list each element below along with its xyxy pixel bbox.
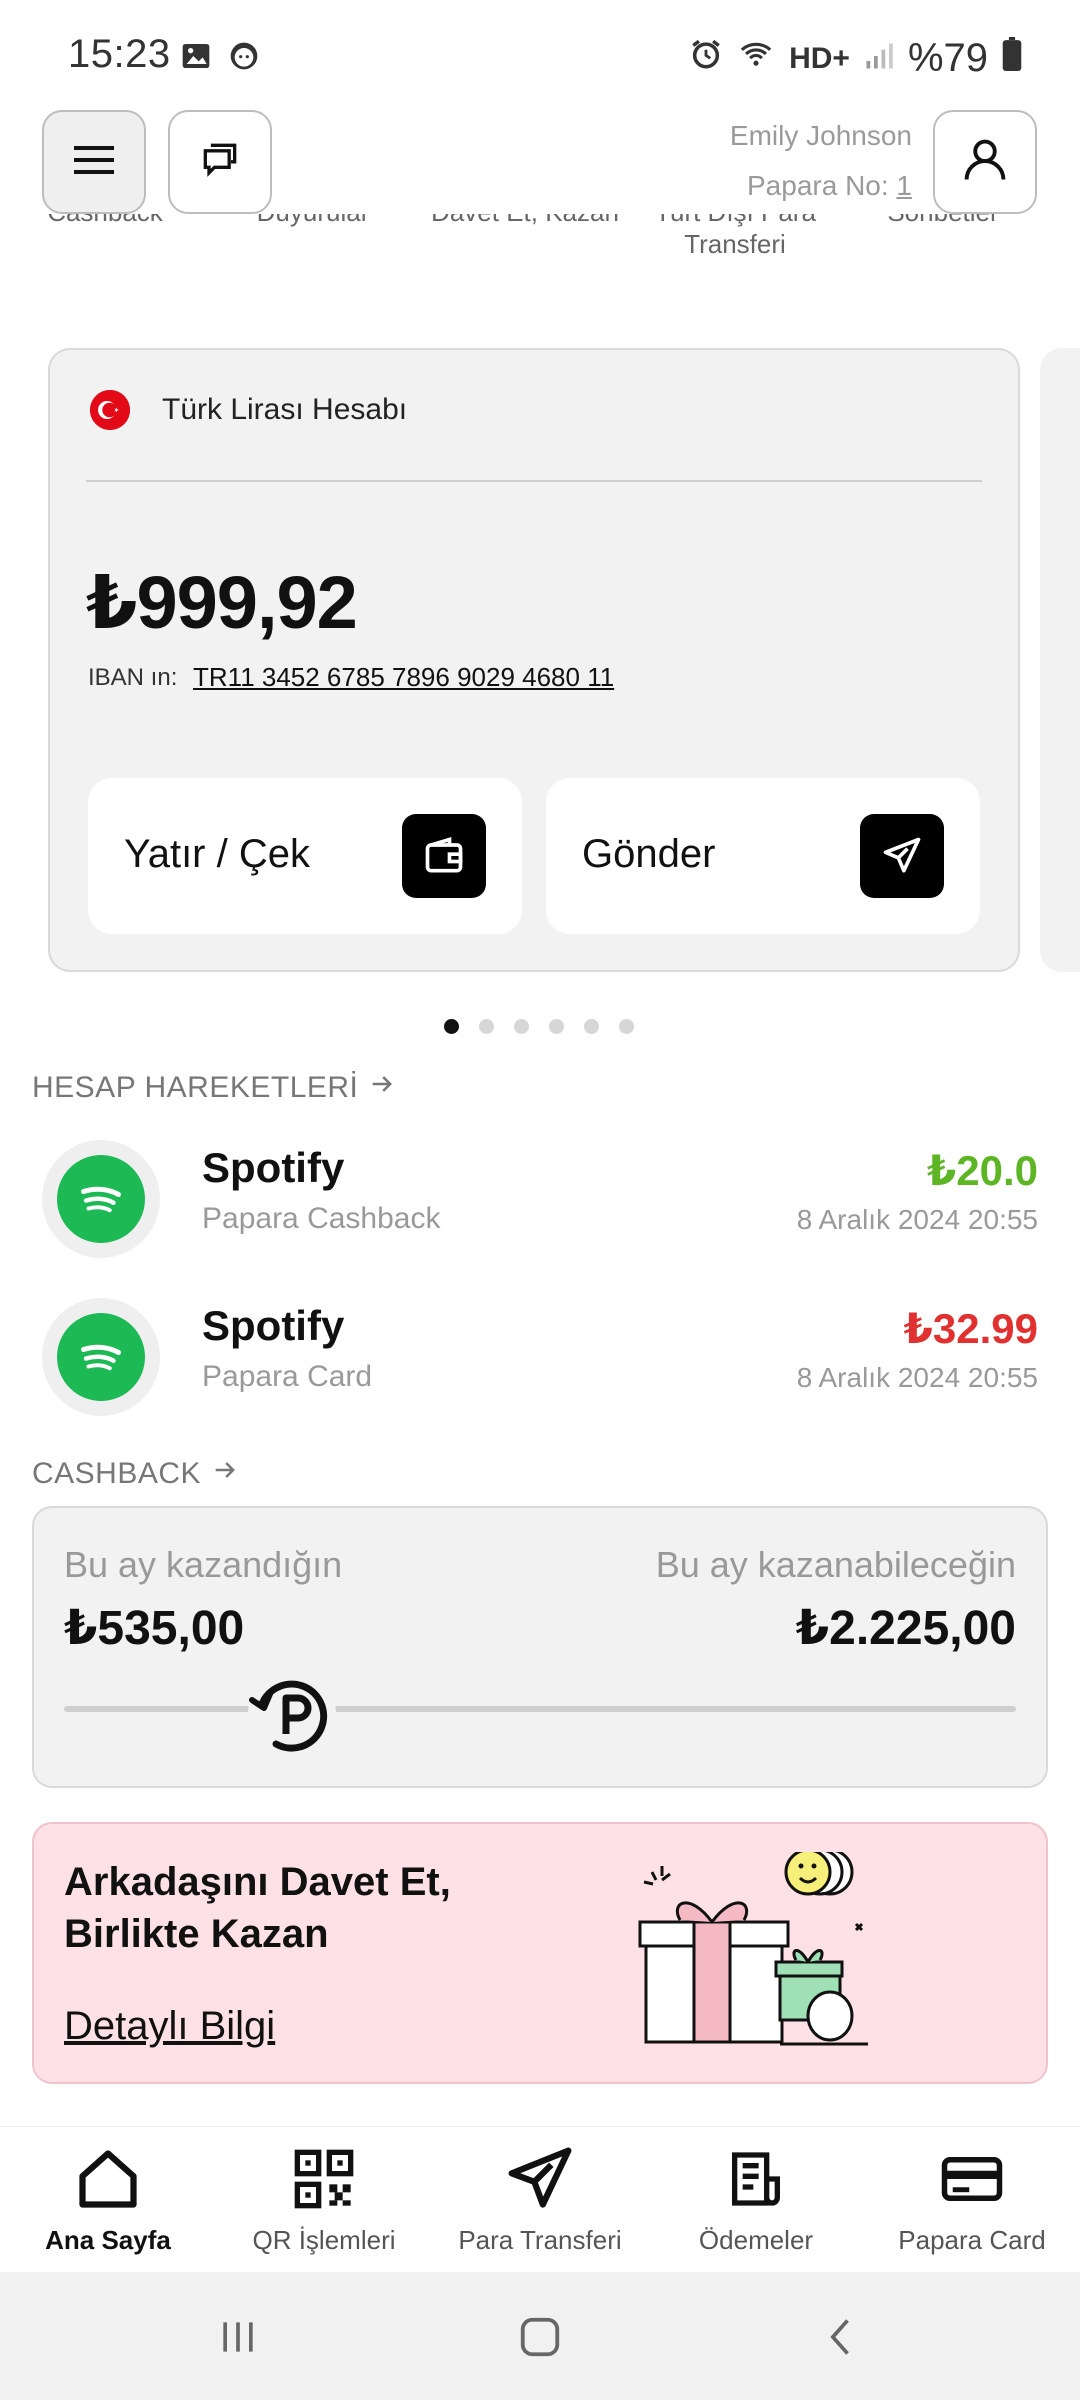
hd-plus-icon: HD+	[789, 41, 850, 75]
send-button[interactable]: Gönder	[546, 778, 980, 934]
papara-logo-icon	[242, 1664, 342, 1764]
invite-title: Arkadaşını Davet Et, Birlikte Kazan	[64, 1860, 451, 1956]
papara-number-label: Papara No:	[747, 170, 889, 201]
wallet-icon	[402, 814, 486, 898]
transactions-title: HESAP HAREKETLERİ	[32, 1071, 359, 1104]
spotify-icon	[57, 1155, 145, 1243]
user-name: Emily Johnson	[729, 120, 912, 151]
profile-button[interactable]	[933, 110, 1037, 214]
signal-icon	[864, 36, 894, 81]
battery-icon	[1002, 36, 1022, 81]
send-icon	[504, 2143, 576, 2215]
pager-dot[interactable]	[619, 1019, 634, 1034]
transaction-merchant: Spotify	[202, 1144, 345, 1191]
quick-action-chats[interactable]: Sohbetler	[843, 214, 1043, 228]
pager-dot[interactable]	[444, 1019, 459, 1034]
nav-payments[interactable]: Ödemeler	[648, 2127, 864, 2273]
transaction-source: Papara Cashback	[202, 1202, 441, 1235]
hamburger-icon	[72, 142, 116, 183]
transaction-date: 8 Aralık 2024 20:55	[796, 1362, 1038, 1393]
spotify-logo	[42, 1298, 160, 1416]
chat-icon	[198, 138, 242, 187]
nav-qr[interactable]: QR İşlemleri	[216, 2127, 432, 2273]
nav-card[interactable]: Papara Card	[864, 2127, 1080, 2273]
transaction-amount: ₺20.0	[927, 1147, 1038, 1194]
transaction-amount: ₺32.99	[903, 1305, 1038, 1352]
bill-icon	[720, 2143, 792, 2215]
bottom-navigation: Ana Sayfa QR İşlemleri Para Transferi Öd…	[0, 2126, 1080, 2273]
battery-level: %79	[907, 36, 988, 80]
home-button-icon[interactable]	[510, 2312, 570, 2362]
papara-number-value[interactable]: 1	[896, 170, 912, 201]
card-divider	[86, 480, 982, 482]
face-icon	[228, 40, 260, 77]
spotify-icon	[57, 1313, 145, 1401]
arrow-right-icon	[211, 1456, 239, 1492]
nav-home[interactable]: Ana Sayfa	[0, 2127, 216, 2273]
cashback-potential-label: Bu ay kazanabileceğin	[655, 1544, 1016, 1585]
alarm-icon	[689, 36, 723, 81]
spotify-logo	[42, 1140, 160, 1258]
transaction-date: 8 Aralık 2024 20:55	[796, 1204, 1038, 1235]
iban-label: IBAN ın:	[88, 664, 178, 691]
nav-card-label: Papara Card	[898, 2225, 1046, 2255]
user-icon	[959, 134, 1011, 191]
menu-button[interactable]	[42, 110, 146, 214]
pager-dot[interactable]	[549, 1019, 564, 1034]
cashback-progress-track	[64, 1706, 1016, 1712]
next-account-card[interactable]	[1040, 348, 1080, 972]
card-pager	[444, 1019, 634, 1034]
transactions-header[interactable]: HESAP HAREKETLERİ	[32, 1070, 396, 1106]
deposit-withdraw-label: Yatır / Çek	[124, 832, 310, 876]
arrow-right-icon	[368, 1070, 396, 1106]
nav-qr-label: QR İşlemleri	[252, 2225, 396, 2255]
nav-home-label: Ana Sayfa	[45, 2225, 171, 2255]
cashback-header[interactable]: CASHBACK	[32, 1456, 239, 1492]
nav-payments-label: Ödemeler	[698, 2225, 814, 2255]
quick-actions: Cashback Duyurular Davet Et, Kazan Yurt …	[0, 214, 1080, 290]
qr-icon	[288, 2143, 360, 2215]
gift-illustration-icon	[630, 1848, 890, 2052]
paper-plane-icon	[860, 814, 944, 898]
quick-action-announcements[interactable]: Duyurular	[213, 214, 413, 228]
cashback-earned-value: ₺535,00	[64, 1602, 245, 1655]
transaction-merchant: Spotify	[202, 1302, 345, 1349]
card-icon	[936, 2143, 1008, 2215]
account-balance: ₺999,92	[86, 561, 358, 644]
recent-apps-icon[interactable]	[208, 2312, 268, 2362]
cashback-title: CASHBACK	[32, 1457, 202, 1490]
wifi-icon	[737, 36, 775, 81]
pager-dot[interactable]	[479, 1019, 494, 1034]
invite-details-link[interactable]: Detaylı Bilgi	[64, 2004, 275, 2049]
cashback-earned-label: Bu ay kazandığın	[64, 1544, 343, 1585]
transaction-row[interactable]: Spotify Papara Card ₺32.99 8 Aralık 2024…	[0, 1288, 1080, 1428]
cashback-potential-value: ₺2.225,00	[795, 1602, 1016, 1655]
account-title: Türk Lirası Hesabı	[162, 393, 408, 426]
pager-dot[interactable]	[584, 1019, 599, 1034]
transaction-source: Papara Card	[202, 1360, 373, 1393]
messages-button[interactable]	[168, 110, 272, 214]
pager-dot[interactable]	[514, 1019, 529, 1034]
back-icon[interactable]	[812, 2312, 872, 2362]
image-icon	[180, 40, 212, 77]
papara-number: Papara No: 1	[747, 170, 912, 202]
quick-action-cashback[interactable]: Cashback	[5, 214, 205, 228]
nav-transfer[interactable]: Para Transferi	[432, 2127, 648, 2273]
status-time: 15:23	[68, 32, 171, 76]
quick-action-invite[interactable]: Davet Et, Kazan	[425, 214, 625, 228]
send-label: Gönder	[582, 832, 716, 876]
turkey-flag-icon	[90, 390, 130, 430]
deposit-withdraw-button[interactable]: Yatır / Çek	[88, 778, 522, 934]
status-icons-right: HD+ %79	[689, 36, 1022, 81]
home-icon	[72, 2143, 144, 2215]
nav-transfer-label: Para Transferi	[458, 2225, 622, 2255]
system-navigation-bar	[0, 2272, 1080, 2400]
transaction-row[interactable]: Spotify Papara Cashback ₺20.0 8 Aralık 2…	[0, 1130, 1080, 1270]
quick-action-international-transfer[interactable]: Yurt Dışı Para Transferi	[635, 214, 835, 260]
iban-value[interactable]: TR11 3452 6785 7896 9029 4680 11	[193, 662, 614, 693]
status-icons-left	[180, 40, 260, 77]
